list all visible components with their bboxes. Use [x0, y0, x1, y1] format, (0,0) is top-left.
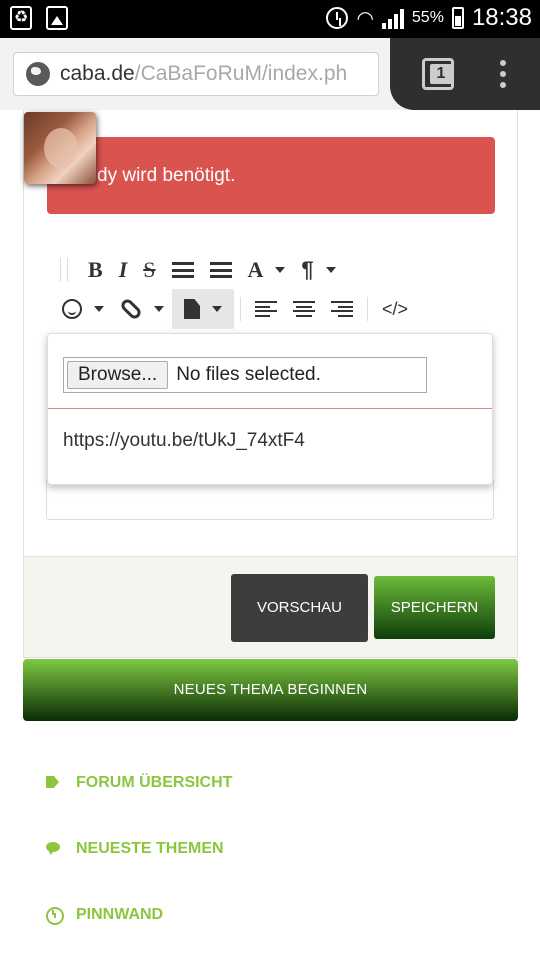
bold-button[interactable]: B	[80, 250, 111, 290]
file-icon	[184, 299, 200, 319]
chevron-down-icon	[212, 306, 222, 312]
italic-button[interactable]: I	[111, 250, 136, 290]
align-right-icon	[331, 301, 353, 317]
browser-toolbar: caba.de/CaBaFoRuM/index.ph 1	[0, 38, 540, 110]
align-center-icon	[293, 301, 315, 317]
url-host: caba.de	[60, 62, 135, 85]
align-left-button[interactable]	[247, 289, 285, 329]
file-input[interactable]: Browse... No files selected.	[63, 357, 427, 393]
toolbar-divider	[67, 258, 68, 282]
toolbar-actions-area	[390, 38, 540, 110]
nav-link-label: NEUESTE THEMEN	[76, 840, 224, 857]
editor-toolbar-row-2: </>	[54, 289, 416, 329]
link-dropdown[interactable]	[112, 289, 172, 329]
signal-icon	[381, 7, 404, 29]
system-icons: ◠ 55% 18:38	[326, 4, 532, 32]
unordered-list-button[interactable]	[202, 250, 240, 290]
toolbar-divider	[367, 297, 368, 321]
editor-text-area[interactable]	[46, 480, 494, 520]
strikethrough-button[interactable]: S	[135, 250, 163, 290]
chat-icon	[46, 841, 62, 857]
file-status: No files selected.	[176, 364, 321, 385]
avatar[interactable]	[24, 112, 96, 184]
chevron-down-icon	[154, 306, 164, 312]
tab-count: 1	[430, 64, 452, 84]
ordered-list-icon	[171, 262, 194, 278]
preview-button[interactable]: VORSCHAU	[231, 574, 368, 642]
wifi-icon: ◠	[356, 7, 374, 30]
battery-percent: 55%	[411, 9, 444, 26]
emoticon-dropdown[interactable]	[54, 289, 112, 329]
smile-icon	[62, 299, 82, 319]
overflow-menu-icon[interactable]	[500, 60, 508, 88]
tags-icon	[46, 775, 62, 791]
alarm-icon	[326, 7, 349, 29]
file-dropdown[interactable]	[172, 289, 234, 329]
chevron-down-icon	[275, 267, 286, 273]
url-input[interactable]: https://youtu.be/tUkJ_74xtF4	[63, 430, 305, 452]
align-right-button[interactable]	[323, 289, 361, 329]
new-topic-button[interactable]: NEUES THEMA BEGINNEN	[23, 659, 518, 721]
file-upload-popover: Browse... No files selected. https://you…	[47, 333, 493, 485]
link-icon	[118, 296, 144, 322]
ordered-list-button[interactable]	[164, 250, 202, 290]
battery-icon	[451, 7, 464, 29]
url-bar[interactable]: caba.de/CaBaFoRuM/index.ph	[13, 52, 379, 96]
save-button[interactable]: SPEICHERN	[374, 576, 495, 639]
globe-icon	[26, 62, 50, 86]
toolbar-divider	[240, 297, 241, 321]
paragraph-icon: ¶	[301, 257, 314, 282]
unordered-list-icon	[209, 262, 232, 278]
popover-divider	[48, 408, 492, 409]
nav-link-forum-overview[interactable]: FORUM ÜBERSICHT	[46, 774, 232, 792]
nav-link-label: PINNWAND	[76, 906, 164, 923]
paragraph-dropdown[interactable]: ¶	[293, 250, 343, 290]
font-icon: A	[247, 257, 264, 282]
notification-icons	[10, 6, 68, 30]
align-center-button[interactable]	[285, 289, 323, 329]
chevron-down-icon	[94, 306, 104, 312]
error-alert: dy wird benötigt.	[47, 137, 495, 214]
clock-icon	[46, 907, 64, 925]
chevron-down-icon	[325, 267, 336, 273]
panel-footer: VORSCHAU SPEICHERN	[24, 556, 517, 657]
image-icon	[46, 6, 68, 30]
browse-button[interactable]: Browse...	[67, 361, 169, 389]
tabs-button[interactable]: 1	[422, 58, 454, 90]
recycle-icon	[10, 6, 32, 30]
align-left-icon	[255, 301, 277, 317]
url-path: /CaBaFoRuM/index.ph	[134, 62, 348, 85]
font-dropdown[interactable]: A	[240, 250, 294, 290]
clock-time: 18:38	[471, 4, 532, 31]
toolbar-divider	[60, 258, 61, 282]
nav-link-latest-topics[interactable]: NEUESTE THEMEN	[46, 840, 224, 858]
nav-link-pinboard[interactable]: PINNWAND	[46, 906, 164, 925]
editor-toolbar-row-1: B I S A ¶	[54, 250, 344, 290]
status-bar: ◠ 55% 18:38	[0, 0, 540, 38]
source-code-button[interactable]: </>	[374, 289, 416, 329]
nav-link-label: FORUM ÜBERSICHT	[76, 774, 233, 791]
